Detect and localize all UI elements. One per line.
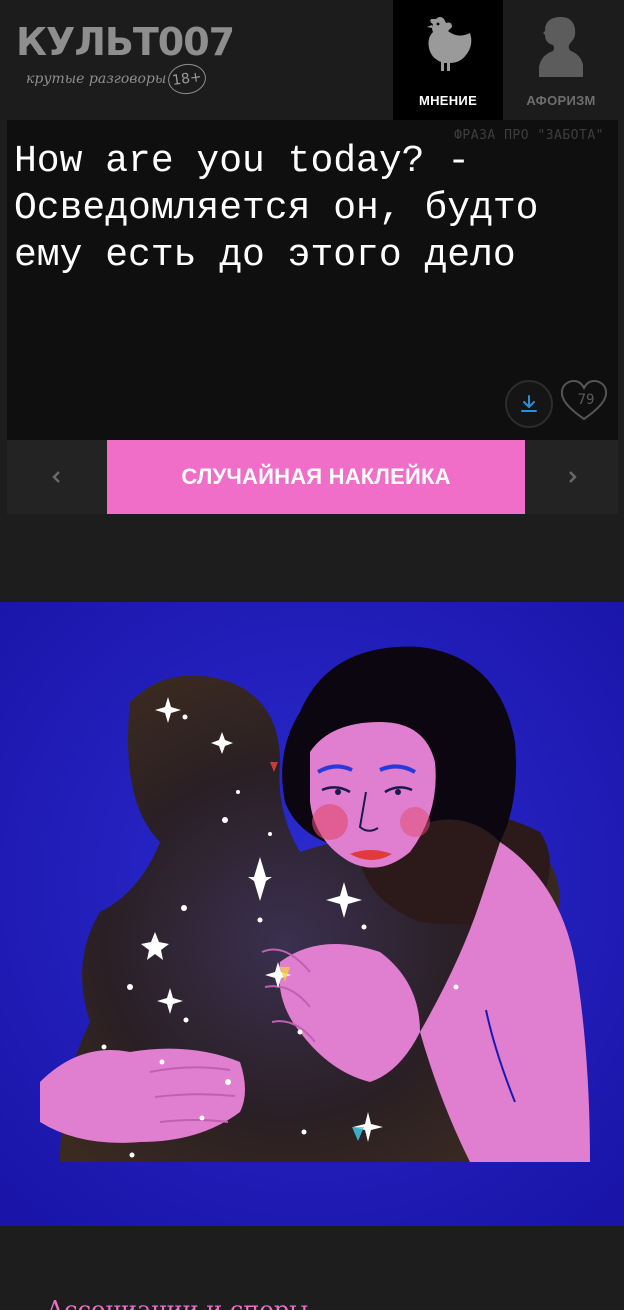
chevron-right-icon <box>568 471 577 483</box>
logo-subtitle-row: крутые разговоры 18+ <box>26 61 234 97</box>
prev-phrase-button[interactable] <box>7 440 107 514</box>
like-count: 79 <box>577 392 595 408</box>
thinker-bust-icon <box>539 17 583 77</box>
site-logo[interactable]: КУЛЬТ007 крутые разговоры 18+ <box>16 20 235 97</box>
embrace-artwork <box>0 602 624 1226</box>
embrace-illustration <box>0 602 624 1226</box>
site-header: КУЛЬТ007 крутые разговоры 18+ МНЕНИЕ АФО… <box>0 0 624 120</box>
tab-aphorism-label: АФОРИЗМ <box>526 93 596 108</box>
logo-subtitle: крутые разговоры <box>26 71 167 87</box>
tab-opinion-label: МНЕНИЕ <box>418 93 478 108</box>
download-icon <box>521 395 537 412</box>
associations-heading[interactable]: Ассоциации и споры <box>46 1296 308 1310</box>
logo-title: КУЛЬТ007 <box>16 20 235 64</box>
random-sticker-button[interactable]: СЛУЧАЙНАЯ НАКЛЕЙКА <box>107 440 525 514</box>
phrase-text: How are you today? - Осведомляется он, б… <box>14 140 539 277</box>
age-rating-badge: 18+ <box>166 61 209 97</box>
like-button[interactable]: 79 <box>559 378 609 424</box>
action-bar: СЛУЧАЙНАЯ НАКЛЕЙКА <box>7 440 618 514</box>
hen-icon <box>427 17 472 71</box>
phrase-card: ФРАЗА ПРО "ЗАБОТА" How are you today? - … <box>7 120 618 440</box>
chevron-left-icon <box>52 471 60 483</box>
next-phrase-button[interactable] <box>525 440 618 514</box>
tab-aphorism[interactable]: АФОРИЗМ <box>506 0 616 120</box>
download-button[interactable] <box>505 380 553 428</box>
tab-opinion[interactable]: МНЕНИЕ <box>393 0 503 120</box>
